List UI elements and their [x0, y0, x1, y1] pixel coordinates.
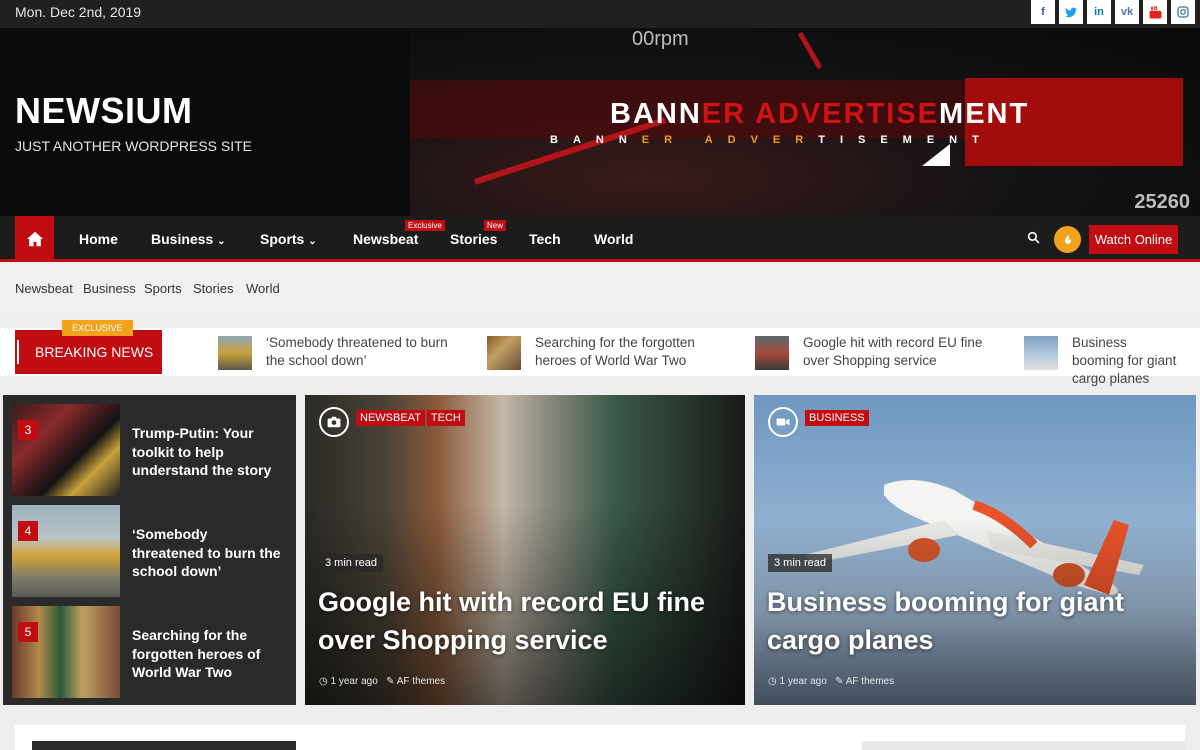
medals-image: [12, 606, 120, 698]
category-business[interactable]: BUSINESS: [805, 410, 869, 426]
category-newsbeat[interactable]: NEWSBEAT: [356, 410, 425, 426]
chevron-down-icon: ⌄: [308, 236, 317, 247]
pencil-icon: ✎: [835, 676, 844, 687]
gauge-mark: [797, 31, 823, 70]
breaking-news-label: BREAKING NEWS: [15, 330, 162, 374]
chevron-down-icon: ⌄: [217, 236, 226, 247]
social-links: f in vk: [1031, 0, 1195, 24]
exclusive-tag: EXCLUSIVE: [62, 320, 133, 336]
sidebar-heading-bar: [862, 741, 1186, 750]
post-title[interactable]: Google hit with record EU fine over Shop…: [318, 583, 718, 659]
read-time: 3 min read: [319, 554, 383, 572]
banner-odometer: 25260: [1134, 191, 1190, 213]
ticker-item[interactable]: Searching for the forgotten heroes of Wo…: [487, 334, 705, 370]
banner-rpm-text: 00rpm: [632, 28, 689, 50]
trending-number: 4: [18, 521, 38, 541]
search-icon[interactable]: [1027, 231, 1040, 249]
trending-title: ‘Somebody threatened to burn the school …: [132, 526, 281, 579]
trending-item[interactable]: 4 ‘Somebody threatened to burn the schoo…: [12, 505, 292, 597]
trending-item[interactable]: 3 Trump-Putin: Your toolkit to help unde…: [12, 404, 292, 496]
trending-title: Searching for the forgotten heroes of Wo…: [132, 627, 261, 680]
facebook-icon[interactable]: f: [1031, 0, 1055, 24]
ticker-item[interactable]: Business booming for giant cargo planes: [1024, 334, 1182, 388]
post-categories: BUSINESS: [805, 410, 869, 426]
post-meta: ◷ 1 year ago ✎ AF themes: [319, 676, 446, 687]
new-badge: New: [484, 220, 507, 231]
subnav-item-business[interactable]: Business: [83, 281, 136, 296]
ticker-item[interactable]: Google hit with record EU fine over Shop…: [755, 334, 993, 370]
exclusive-badge: Exclusive: [405, 220, 445, 231]
nav-item-newsbeat[interactable]: Newsbeat: [353, 231, 418, 247]
site-header: NEWSIUM JUST ANOTHER WORDPRESS SITE 00rp…: [0, 28, 1200, 216]
clock-icon: ◷: [319, 676, 328, 687]
current-date: Mon. Dec 2nd, 2019: [15, 4, 142, 20]
school-bus-image: [12, 505, 120, 597]
camera-icon: [319, 407, 349, 437]
section-heading-bar: [32, 741, 296, 750]
top-bar: Mon. Dec 2nd, 2019 f in vk: [0, 0, 1200, 28]
ticker-item[interactable]: ‘Somebody threatened to burn the school …: [218, 334, 456, 370]
banner-subtitle: BANNER ADVERTISEMENT: [550, 134, 994, 146]
post-meta: ◷ 1 year ago ✎ AF themes: [768, 676, 895, 687]
post-title[interactable]: Business booming for giant cargo planes: [767, 583, 1187, 659]
subnav-item-stories[interactable]: Stories: [193, 281, 233, 296]
label-bar: [17, 340, 19, 364]
secondary-navigation: Newsbeat Business Sports Stories World: [0, 265, 1200, 310]
nav-item-home[interactable]: Home: [79, 231, 118, 247]
trending-number: 3: [18, 420, 38, 440]
category-tech[interactable]: TECH: [426, 410, 465, 426]
video-camera-icon: [768, 407, 798, 437]
medals-thumbnail: [487, 336, 521, 370]
linkedin-icon[interactable]: in: [1087, 0, 1111, 24]
site-tagline: JUST ANOTHER WORDPRESS SITE: [15, 138, 252, 154]
read-time: 3 min read: [768, 554, 832, 572]
featured-post-card[interactable]: NEWSBEAT TECH 3 min read Google hit with…: [305, 395, 745, 705]
instagram-icon[interactable]: [1171, 0, 1195, 24]
watch-online-button[interactable]: Watch Online: [1089, 225, 1178, 254]
home-icon[interactable]: [15, 216, 54, 262]
street-thumbnail: [755, 336, 789, 370]
main-navigation: Home Business ⌄ Sports ⌄ Exclusive Newsb…: [0, 216, 1200, 262]
featured-post-card[interactable]: BUSINESS 3 min read Business booming for…: [754, 395, 1196, 705]
nav-item-business[interactable]: Business ⌄: [151, 231, 226, 247]
clock-icon: ◷: [768, 676, 777, 687]
next-section-strip: [15, 725, 1186, 750]
trending-title: Trump-Putin: Your toolkit to help unders…: [132, 425, 272, 478]
breaking-news-ticker: BREAKING NEWS EXCLUSIVE ‘Somebody threat…: [0, 320, 1200, 386]
subnav-item-world[interactable]: World: [246, 281, 280, 296]
nav-item-stories[interactable]: Stories: [450, 231, 497, 247]
trending-number: 5: [18, 622, 38, 642]
youtube-icon[interactable]: [1143, 0, 1167, 24]
subnav-item-sports[interactable]: Sports: [144, 281, 182, 296]
post-author[interactable]: AF themes: [397, 676, 445, 687]
post-categories: NEWSBEAT TECH: [356, 410, 465, 426]
school-bus-thumbnail: [218, 336, 252, 370]
banner-triangle: [922, 144, 950, 166]
trending-list: 3 Trump-Putin: Your toolkit to help unde…: [3, 395, 296, 705]
airplane-thumbnail: [1024, 336, 1058, 370]
nav-item-world[interactable]: World: [594, 231, 633, 247]
twitter-icon[interactable]: [1059, 0, 1083, 24]
nav-item-sports[interactable]: Sports ⌄: [260, 231, 317, 247]
trending-item[interactable]: 5 Searching for the forgotten heroes of …: [12, 606, 292, 698]
site-branding: NEWSIUM JUST ANOTHER WORDPRESS SITE: [15, 90, 252, 154]
banner-title: BANNER ADVERTISEMENT: [610, 98, 1030, 130]
trending-fire-icon[interactable]: [1054, 226, 1081, 253]
nav-item-tech[interactable]: Tech: [529, 231, 561, 247]
post-author[interactable]: AF themes: [846, 676, 894, 687]
subnav-item-newsbeat[interactable]: Newsbeat: [15, 281, 73, 296]
trump-putin-image: [12, 404, 120, 496]
banner-advertisement[interactable]: 00rpm 25260 BANNER ADVERTISEMENT BANNER …: [410, 28, 1200, 216]
pencil-icon: ✎: [386, 676, 395, 687]
vk-icon[interactable]: vk: [1115, 0, 1139, 24]
site-title[interactable]: NEWSIUM: [15, 90, 252, 132]
